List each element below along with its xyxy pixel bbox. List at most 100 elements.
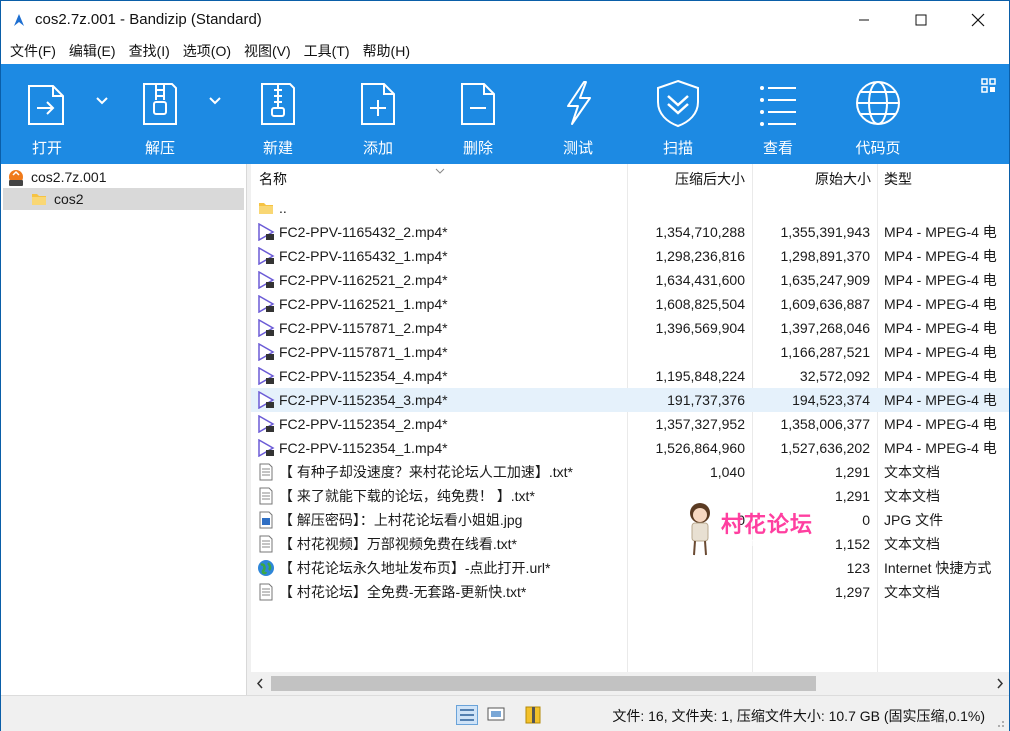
file-list[interactable]: 名称 压缩后大小 原始大小 类型 .. FC2-PPV-1165432_2.mp4… [251, 164, 1009, 672]
folder-icon [32, 194, 46, 205]
text-file-icon [257, 583, 275, 601]
compressed-size: 1,396,569,904 [655, 320, 745, 336]
menu-find[interactable]: 查找(I) [124, 39, 175, 64]
file-row[interactable]: FC2-PPV-1157871_2.mp4* 1,396,569,904 1,397… [251, 316, 1009, 340]
resize-grip-icon[interactable] [995, 718, 1005, 728]
file-type: MP4 - MPEG-4 电 [884, 344, 997, 360]
menu-file[interactable]: 文件(F) [5, 39, 61, 64]
horizontal-scrollbar[interactable] [251, 672, 1009, 695]
add-button[interactable]: 添加 [342, 64, 414, 164]
menu-edit[interactable]: 编辑(E) [64, 39, 121, 64]
test-button[interactable]: 测试 [542, 64, 614, 164]
compressed-size: 1,040 [709, 464, 745, 480]
tree-folder-cos2[interactable]: cos2 [3, 188, 244, 210]
file-name: 【 来了就能下载的论坛，纯免费！ 】.txt* [279, 488, 535, 504]
original-size: 1,527,636,202 [780, 440, 870, 456]
scroll-left-icon[interactable] [256, 678, 264, 689]
file-row[interactable]: 【 村花视频】万部视频免费在线看.txt* 1,152 文本文档 [251, 532, 1009, 556]
original-size: 1,355,391,943 [780, 224, 870, 240]
original-size: 1,298,891,370 [780, 248, 870, 264]
file-row[interactable]: FC2-PPV-1162521_1.mp4* 1,608,825,504 1,609… [251, 292, 1009, 316]
open-button[interactable]: 打开 [11, 64, 83, 164]
file-type: JPG 文件 [884, 512, 944, 528]
new-archive-icon [261, 83, 295, 125]
view-button[interactable]: 查看 [742, 64, 814, 164]
column-original-header[interactable]: 原始大小 [751, 164, 871, 194]
file-name: .. [279, 200, 287, 216]
status-bar: 文件: 16, 文件夹: 1, 压缩文件大小: 10.7 GB (固实压缩,0.… [1, 695, 1009, 731]
folder-tree[interactable]: cos2.7z.001 cos2 [1, 164, 247, 695]
tree-archive-label: cos2.7z.001 [31, 169, 107, 185]
bandizip-app-icon [14, 14, 24, 26]
original-size: 1,397,268,046 [780, 320, 870, 336]
compressed-size: 1,354,710,288 [655, 224, 745, 240]
file-row[interactable]: FC2-PPV-1152354_2.mp4* 1,357,327,952 1,358… [251, 412, 1009, 436]
file-row[interactable]: 【 村花论坛永久地址发布页】-点此打开.url* 123 Internet 快捷方式 [251, 556, 1009, 580]
layout-grid-icon[interactable] [981, 78, 997, 94]
scrollbar-thumb[interactable] [271, 676, 816, 691]
original-size [751, 196, 870, 220]
title-bar[interactable]: cos2.7z.001 - Bandizip (Standard) [1, 1, 1009, 39]
codepage-button[interactable]: 代码页 [842, 64, 914, 164]
delete-button[interactable]: 删除 [442, 64, 514, 164]
file-row[interactable]: 【 村花论坛】全免费-无套路-更新快.txt* 1,297 文本文档 [251, 580, 1009, 604]
scan-button[interactable]: 扫描 [642, 64, 714, 164]
file-row[interactable]: FC2-PPV-1152354_1.mp4* 1,526,864,960 1,527… [251, 436, 1009, 460]
delete-label: 删除 [462, 140, 493, 157]
compressed-size: 1,634,431,600 [655, 272, 745, 288]
new-archive-button[interactable]: 新建 [242, 64, 314, 164]
close-button[interactable] [955, 1, 1001, 39]
compressed-size: 0 [737, 512, 745, 528]
file-row[interactable]: FC2-PPV-1157871_1.mp4* 1,166,287,521 MP4 -… [251, 340, 1009, 364]
file-type: MP4 - MPEG-4 电 [884, 224, 997, 240]
menu-options[interactable]: 选项(O) [178, 39, 236, 64]
menu-help[interactable]: 帮助(H) [358, 39, 415, 64]
compressed-size [627, 532, 745, 556]
shield-icon [657, 79, 699, 128]
maximize-button[interactable] [898, 1, 944, 39]
details-view-toggle[interactable] [456, 705, 478, 725]
file-row[interactable]: .. [251, 196, 1009, 220]
file-name: FC2-PPV-1165432_1.mp4* [279, 248, 448, 264]
file-row[interactable]: FC2-PPV-1152354_4.mp4* 1,195,848,224 32,57… [251, 364, 1009, 388]
compressed-size: 1,526,864,960 [655, 440, 745, 456]
video-file-icon [257, 318, 275, 338]
menu-view[interactable]: 视图(V) [239, 39, 296, 64]
text-file-icon [257, 535, 275, 553]
minimize-button[interactable] [841, 1, 887, 39]
toolbar: 打开 解压 新建 添加 删除 测试 扫描 查看 代码页 [1, 64, 1009, 164]
text-file-icon [257, 487, 275, 505]
list-header: 名称 压缩后大小 原始大小 类型 [251, 164, 1009, 194]
archive-info-toggle[interactable] [523, 705, 545, 725]
extract-icon [143, 83, 177, 125]
text-file-icon [257, 463, 275, 481]
add-file-icon [361, 83, 395, 125]
extract-dropdown-icon[interactable] [209, 97, 221, 105]
column-compressed-header[interactable]: 压缩后大小 [627, 164, 745, 194]
file-row[interactable]: FC2-PPV-1165432_2.mp4* 1,354,710,288 1,355… [251, 220, 1009, 244]
original-size: 0 [862, 512, 870, 528]
video-file-icon [257, 414, 275, 434]
original-size: 1,166,287,521 [780, 344, 870, 360]
compressed-size [627, 196, 745, 220]
file-row[interactable]: FC2-PPV-1162521_2.mp4* 1,634,431,600 1,635… [251, 268, 1009, 292]
file-type: 文本文档 [884, 464, 940, 480]
scroll-right-icon[interactable] [996, 678, 1004, 689]
file-row[interactable]: 【 来了就能下载的论坛，纯免费！ 】.txt* 1,291 文本文档 [251, 484, 1009, 508]
archive-info-icon [525, 706, 541, 724]
video-file-icon [257, 390, 275, 410]
video-file-icon [257, 294, 275, 314]
file-row[interactable]: FC2-PPV-1152354_3.mp4* 191,737,376 194,523… [251, 388, 1009, 412]
file-row[interactable]: 【 解压密码】：上村花论坛看小姐姐.jpg 0 0 JPG 文件 [251, 508, 1009, 532]
file-row[interactable]: FC2-PPV-1165432_1.mp4* 1,298,236,816 1,298… [251, 244, 1009, 268]
open-dropdown-icon[interactable] [96, 97, 108, 105]
menu-tools[interactable]: 工具(T) [299, 39, 355, 64]
compressed-size: 191,737,376 [667, 392, 745, 408]
bandizip-window: cos2.7z.001 - Bandizip (Standard) 文件(F) … [0, 0, 1010, 731]
file-row[interactable]: 【 有种子却没速度？来村花论坛人工加速】.txt* 1,040 1,291 文本文档 [251, 460, 1009, 484]
extract-button[interactable]: 解压 [124, 64, 196, 164]
thumbnail-view-toggle[interactable] [486, 705, 508, 725]
archive-7z-icon [9, 170, 23, 186]
column-type-header[interactable]: 类型 [884, 164, 1009, 194]
tree-archive-root[interactable]: cos2.7z.001 [1, 166, 247, 188]
